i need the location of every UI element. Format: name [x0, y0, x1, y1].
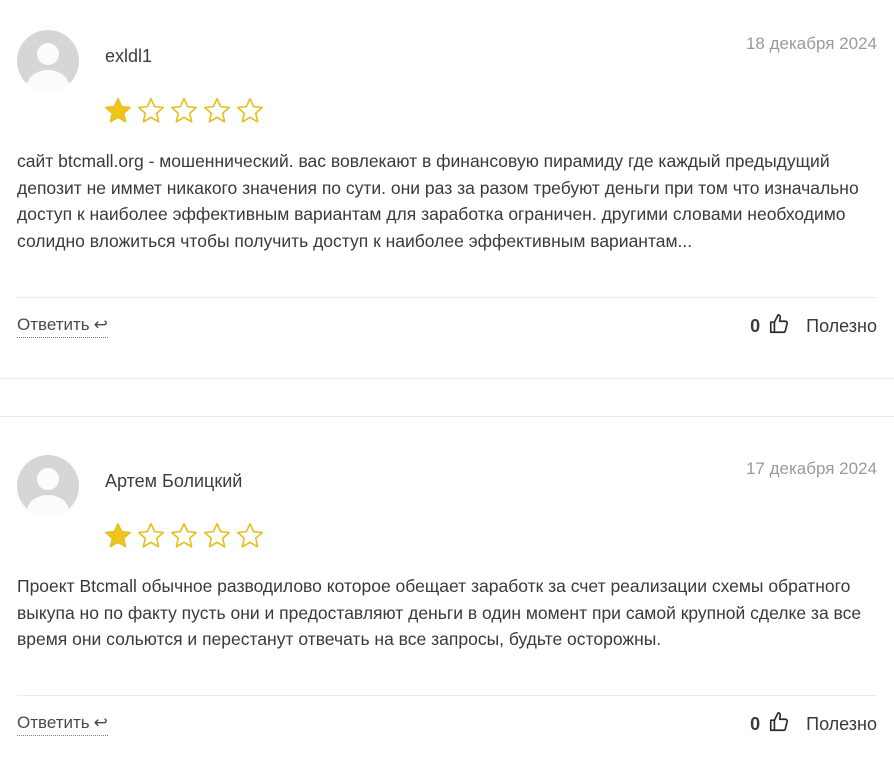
- star-rating: [103, 521, 265, 551]
- star-empty-icon: [169, 96, 199, 126]
- star-empty-icon: [235, 96, 265, 126]
- reply-button[interactable]: Ответить ↩: [17, 713, 108, 736]
- useful-vote: 0 Полезно: [750, 313, 877, 340]
- star-empty-icon: [202, 521, 232, 551]
- review-separator: [0, 378, 894, 379]
- reply-arrow-icon: ↩: [93, 713, 108, 732]
- useful-count: 0: [750, 316, 761, 336]
- divider: [17, 297, 877, 298]
- thumbs-up-icon[interactable]: [768, 313, 790, 340]
- thumbs-up-icon[interactable]: [768, 711, 790, 738]
- divider: [17, 695, 877, 696]
- useful-count: 0: [750, 714, 761, 734]
- avatar: [17, 455, 79, 517]
- star-rating: [103, 96, 265, 126]
- star-empty-icon: [169, 521, 199, 551]
- review-text: сайт btcmall.org - мошеннический. вас во…: [17, 151, 859, 251]
- user-silhouette-icon: [27, 468, 69, 517]
- star-filled-icon: [103, 521, 133, 551]
- useful-button[interactable]: Полезно: [806, 316, 877, 337]
- review-separator: [0, 416, 894, 417]
- review-text: Проект Btcmall обычное разводилово котор…: [17, 576, 862, 649]
- user-silhouette-icon: [27, 43, 69, 92]
- reply-arrow-icon: ↩: [93, 315, 108, 334]
- avatar: [17, 30, 79, 92]
- review-author: exldl1: [105, 46, 153, 66]
- useful-button[interactable]: Полезно: [806, 714, 877, 735]
- reply-label: Ответить: [17, 713, 90, 732]
- star-empty-icon: [202, 96, 232, 126]
- star-empty-icon: [235, 521, 265, 551]
- review-date: 17 декабря 2024: [745, 459, 877, 478]
- star-filled-icon: [103, 96, 133, 126]
- review-date: 18 декабря 2024: [745, 34, 877, 53]
- reply-button[interactable]: Ответить ↩: [17, 315, 108, 338]
- useful-vote: 0 Полезно: [750, 711, 877, 738]
- star-empty-icon: [136, 96, 166, 126]
- reply-label: Ответить: [17, 315, 90, 334]
- star-empty-icon: [136, 521, 166, 551]
- review-author: Артем Болицкий: [105, 471, 243, 491]
